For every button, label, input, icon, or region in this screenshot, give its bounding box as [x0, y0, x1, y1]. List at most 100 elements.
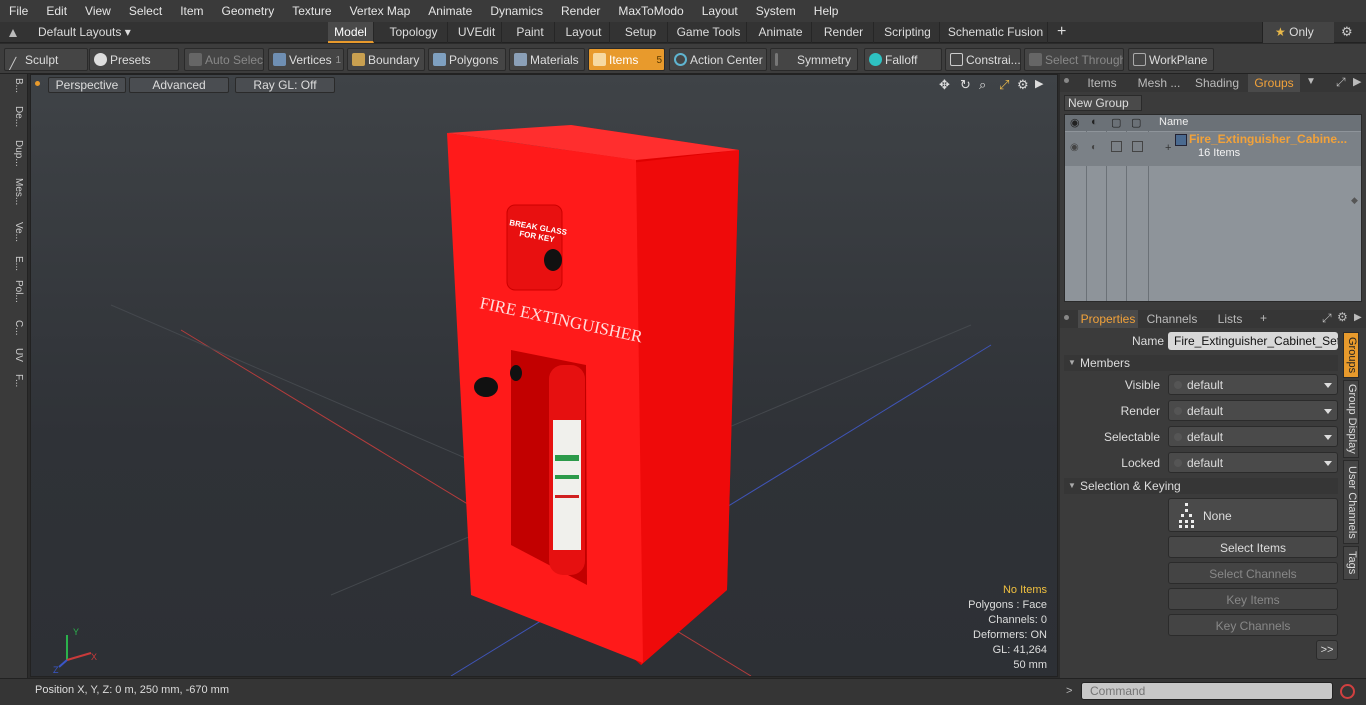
items-button[interactable]: Items 5 [588, 48, 665, 71]
scroll-handle[interactable]: ◆ [1351, 195, 1358, 206]
row-render-icon[interactable]: ◐ [1091, 142, 1097, 153]
select-through-button[interactable]: Select Through [1024, 48, 1124, 71]
member-dropdown-render[interactable]: default [1168, 400, 1338, 421]
tab-groups[interactable]: Groups [1248, 74, 1300, 92]
tab-mesh[interactable]: Mesh ... [1132, 74, 1186, 92]
tab-layout[interactable]: Layout [558, 22, 610, 43]
materials-button[interactable]: Materials [509, 48, 585, 71]
row-select-box[interactable] [1132, 141, 1143, 152]
select-channels-button[interactable]: Select Channels [1168, 562, 1338, 584]
row-eye-icon[interactable]: ◉ [1070, 142, 1079, 153]
tab-scripting[interactable]: Scripting [876, 22, 940, 43]
record-icon[interactable] [1340, 684, 1355, 699]
left-tab-1[interactable]: De... [4, 106, 24, 127]
only-toggle[interactable]: ★ Only [1262, 22, 1334, 43]
member-dropdown-visible[interactable]: default [1168, 374, 1338, 395]
tab-channels[interactable]: Channels [1142, 310, 1202, 328]
menu-layout[interactable]: Layout [693, 0, 747, 22]
member-dropdown-selectable[interactable]: default [1168, 426, 1338, 447]
left-tab-9[interactable]: F... [4, 374, 24, 387]
vtab-groups[interactable]: Groups [1343, 332, 1359, 378]
tab-uvedit[interactable]: UVEdit [452, 22, 502, 43]
select-icon[interactable]: ▢ [1131, 116, 1141, 129]
tab-items[interactable]: Items [1072, 74, 1132, 92]
tab-paint[interactable]: Paint [506, 22, 555, 43]
group-row[interactable]: ◉ ◐ + Fire_Extinguisher_Cabine... 16 Ite… [1065, 132, 1361, 166]
menu-vertex-map[interactable]: Vertex Map [341, 0, 420, 22]
left-tab-6[interactable]: Pol... [4, 280, 24, 303]
add-tab-icon[interactable]: + [1057, 23, 1073, 41]
constraints-button[interactable]: Constrai... [945, 48, 1021, 71]
key-channels-button[interactable]: Key Channels [1168, 614, 1338, 636]
eye-icon[interactable]: ◉ [1070, 116, 1080, 129]
menu-animate[interactable]: Animate [419, 0, 481, 22]
add-prop-tab-icon[interactable]: + [1260, 311, 1267, 325]
none-button[interactable]: None [1168, 498, 1338, 532]
menu-file[interactable]: File [0, 0, 37, 22]
members-section[interactable]: ▼ Members [1064, 355, 1338, 371]
prop-gear-icon[interactable]: ⚙ [1337, 310, 1348, 324]
menu-texture[interactable]: Texture [283, 0, 340, 22]
new-group-button[interactable]: New Group [1064, 95, 1142, 111]
member-dropdown-locked[interactable]: default [1168, 452, 1338, 473]
workplane-button[interactable]: WorkPlane [1128, 48, 1214, 71]
vtab-group-display[interactable]: Group Display [1343, 380, 1359, 458]
menu-view[interactable]: View [76, 0, 120, 22]
command-input[interactable] [1081, 682, 1333, 700]
menu-geometry[interactable]: Geometry [213, 0, 284, 22]
expand-icon[interactable]: ⤢ [1336, 75, 1346, 90]
boundary-button[interactable]: Boundary [347, 48, 425, 71]
menu-item[interactable]: Item [171, 0, 212, 22]
left-tab-8[interactable]: UV [4, 348, 24, 362]
menu-maxtomodo[interactable]: MaxToModo [609, 0, 692, 22]
left-tab-7[interactable]: C... [4, 320, 24, 336]
tab-game-tools[interactable]: Game Tools [671, 22, 747, 43]
menu-render[interactable]: Render [552, 0, 609, 22]
panel-arrow-icon[interactable]: ▶ [1353, 75, 1361, 88]
vtab-tags[interactable]: Tags [1343, 546, 1359, 580]
prop-expand-icon[interactable]: ⤢ [1322, 311, 1332, 326]
expand-plus-icon[interactable]: + [1165, 142, 1171, 154]
menu-help[interactable]: Help [805, 0, 848, 22]
tab-schematic-fusion[interactable]: Schematic Fusion [944, 22, 1048, 43]
vertices-button[interactable]: Vertices 1 [268, 48, 344, 71]
vtab-user-channels[interactable]: User Channels [1343, 460, 1359, 544]
presets-button[interactable]: Presets [89, 48, 179, 71]
menu-edit[interactable]: Edit [37, 0, 76, 22]
auto-select-button[interactable]: Auto Select [184, 48, 264, 71]
tab-menu-icon[interactable]: ▼ [1306, 76, 1316, 87]
left-tab-3[interactable]: Mes... [4, 178, 24, 205]
sculpt-button[interactable]: ╱ Sculpt [4, 48, 88, 71]
layouts-dropdown[interactable]: Default Layouts ▾ [38, 22, 131, 43]
tab-shading[interactable]: Shading [1186, 74, 1248, 92]
prop-arrow-icon[interactable]: ▶ [1354, 312, 1362, 323]
menu-dynamics[interactable]: Dynamics [481, 0, 552, 22]
left-tab-4[interactable]: Ve... [4, 222, 24, 242]
falloff-button[interactable]: Falloff [864, 48, 942, 71]
left-tab-5[interactable]: E... [4, 256, 24, 271]
tab-model[interactable]: Model [328, 22, 374, 43]
polygons-button[interactable]: Polygons [428, 48, 506, 71]
tab-lists[interactable]: Lists [1206, 310, 1254, 328]
select-items-button[interactable]: Select Items [1168, 536, 1338, 558]
name-field[interactable]: Fire_Extinguisher_Cabinet_Set ( [1168, 332, 1338, 350]
tab-render[interactable]: Render [814, 22, 874, 43]
menu-system[interactable]: System [747, 0, 805, 22]
3d-viewport[interactable]: Perspective Advanced Ray GL: Off ✥ ↻ ⌕ ⤢… [30, 74, 1058, 677]
key-items-button[interactable]: Key Items [1168, 588, 1338, 610]
symmetry-button[interactable]: Symmetry [770, 48, 858, 71]
tab-animate[interactable]: Animate [750, 22, 812, 43]
pin-icon[interactable] [8, 27, 18, 37]
more-button[interactable]: >> [1316, 640, 1338, 660]
tab-setup[interactable]: Setup [614, 22, 668, 43]
left-tab-2[interactable]: Dup... [4, 140, 24, 167]
left-tab-0[interactable]: B... [4, 78, 24, 93]
tab-topology[interactable]: Topology [380, 22, 448, 43]
lock-icon[interactable]: ▢ [1111, 116, 1121, 129]
menu-select[interactable]: Select [120, 0, 171, 22]
tab-properties[interactable]: Properties [1078, 310, 1138, 328]
gear-icon[interactable]: ⚙ [1341, 24, 1353, 40]
render-icon[interactable]: ◐ [1091, 116, 1098, 128]
action-center-button[interactable]: Action Center [669, 48, 767, 71]
selection-keying-section[interactable]: ▼ Selection & Keying [1064, 478, 1338, 494]
